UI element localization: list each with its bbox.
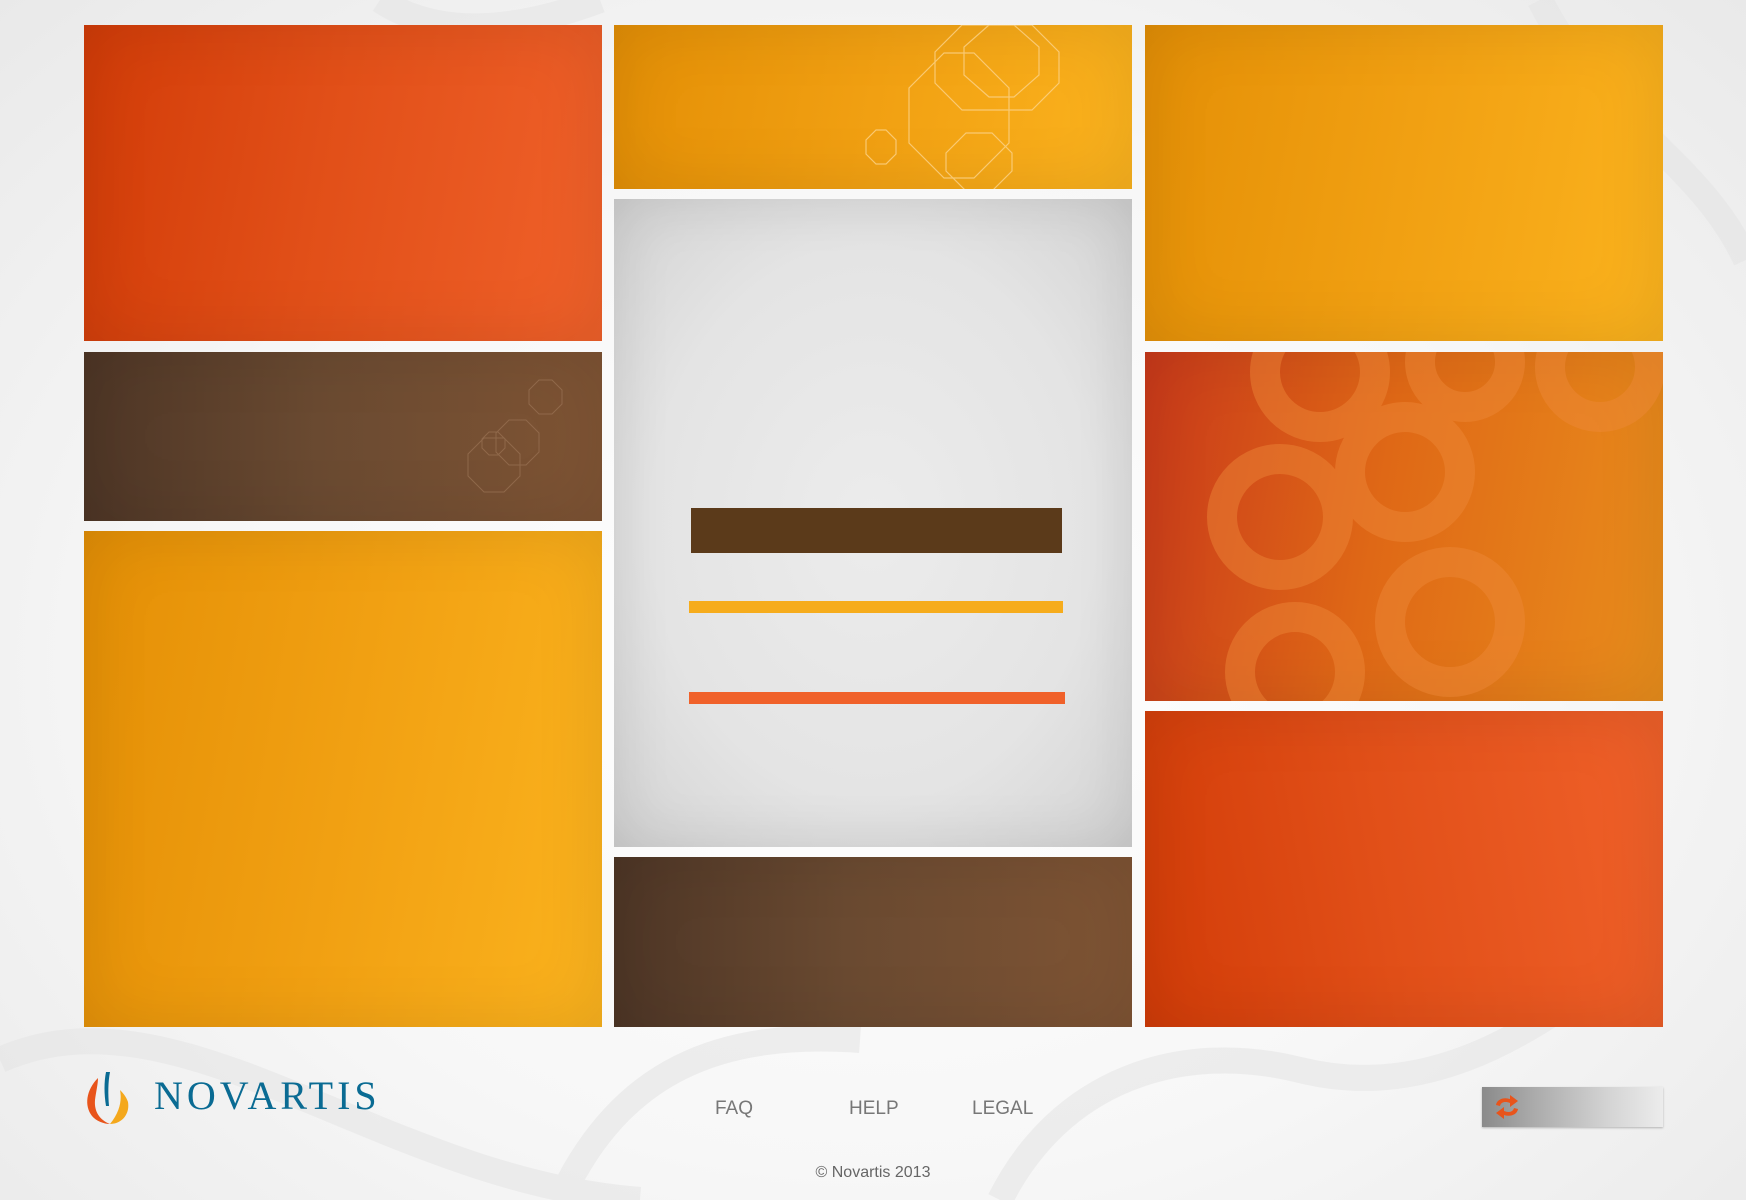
logo-wordmark: NOVARTIS [154, 1073, 381, 1118]
flame-logo-icon [87, 1072, 129, 1124]
footer-link-help[interactable]: HELP [849, 1098, 899, 1120]
footer-link-faq[interactable]: FAQ [715, 1098, 753, 1120]
tile-center-panel-gray [614, 199, 1132, 847]
hexagon-pattern [467, 379, 563, 493]
tile-center-bottom-brown[interactable] [614, 857, 1132, 1027]
circle-pattern [1207, 352, 1663, 701]
headline-bar [691, 508, 1062, 553]
copyright-text: © Novartis 2013 [815, 1164, 931, 1181]
tile-right-top-yellow[interactable] [1145, 25, 1663, 341]
tile-center-top-yellow[interactable] [614, 25, 1132, 189]
footer-link-legal[interactable]: LEGAL [972, 1098, 1033, 1120]
hexagon-pattern [865, 25, 1060, 189]
tile-left-top-red[interactable] [84, 25, 602, 341]
orange-divider-bar [689, 692, 1065, 704]
refresh-button[interactable] [1482, 1087, 1663, 1127]
tile-right-middle-orange-pattern[interactable] [1145, 352, 1663, 701]
refresh-arrows-icon [1496, 1095, 1518, 1119]
novartis-logo[interactable]: NOVARTIS [80, 1070, 400, 1130]
tile-left-bottom-yellow[interactable] [84, 531, 602, 1027]
tile-left-middle-brown[interactable] [84, 352, 602, 521]
tile-right-bottom-red[interactable] [1145, 711, 1663, 1027]
yellow-divider-bar [689, 601, 1063, 613]
